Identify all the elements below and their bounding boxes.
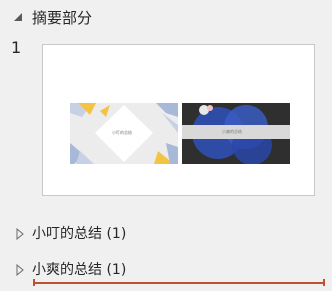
slide-number: 1: [11, 38, 22, 57]
mini-slide-right-label: 小爽的总结: [222, 129, 242, 134]
mini-slide-left: 小叮的总结: [70, 103, 178, 164]
chevron-right-icon[interactable]: [15, 228, 25, 240]
group-row-xiaoshuang[interactable]: 小爽的总结 (1): [0, 259, 332, 281]
mini-slide-right: 小爽的总结: [182, 103, 290, 164]
triangle-expanded-icon[interactable]: [14, 13, 22, 21]
mini-slide-left-label: 小叮的总结: [112, 130, 132, 135]
group-label: 小爽的总结 (1): [32, 262, 127, 278]
group-row-xiaoding[interactable]: 小叮的总结 (1): [0, 223, 332, 245]
summary-section-pane: 摘要部分 1 小叮的总结 小爽的总结 小叮的总结 (1) 小爽的总结 (1): [0, 0, 332, 291]
slide-thumbnail[interactable]: 小叮的总结 小爽的总结: [42, 44, 315, 196]
section-title: 摘要部分: [32, 9, 93, 27]
section-header[interactable]: 摘要部分: [0, 6, 332, 30]
drop-insert-indicator: [33, 279, 325, 286]
chevron-right-icon[interactable]: [15, 264, 25, 276]
group-label: 小叮的总结 (1): [32, 226, 127, 242]
